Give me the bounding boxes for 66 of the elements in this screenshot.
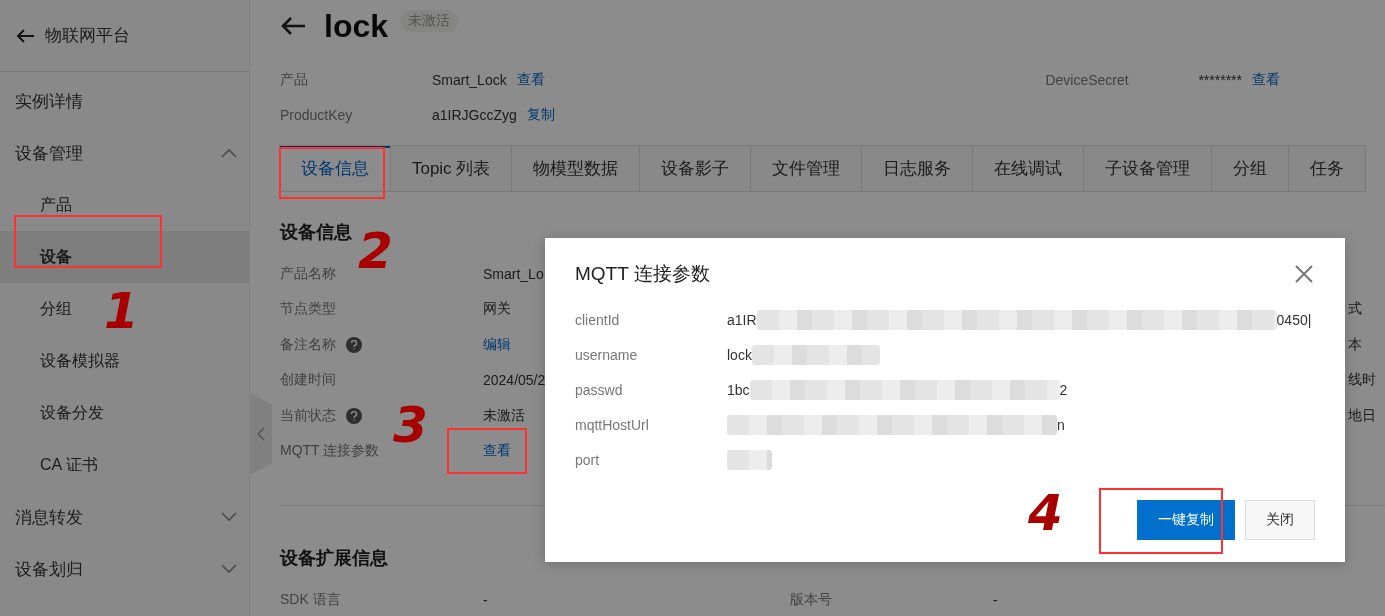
close-icon[interactable]	[1295, 265, 1313, 283]
field-value: 2024/05/2	[483, 372, 546, 389]
field-label: clientId	[575, 311, 620, 328]
field-label: mqttHostUrl	[575, 416, 649, 433]
field-label: 产品	[280, 70, 308, 89]
field-label: 式	[1348, 300, 1362, 319]
sidebar-item[interactable]: 实例详情	[15, 89, 83, 113]
section-title: 设备扩展信息	[280, 547, 388, 570]
field-label: DeviceSecret	[1045, 71, 1129, 88]
field-label: ProductKey	[280, 106, 353, 123]
field-label: 产品名称	[280, 264, 336, 283]
sidebar-item[interactable]: 产品	[40, 194, 72, 216]
field-label: 线时	[1348, 371, 1376, 390]
copy-button[interactable]: 一键复制	[1137, 500, 1235, 540]
field-value: a1IRJGccZyg	[432, 106, 517, 123]
field-label: port	[575, 451, 600, 468]
field-label: 本	[1348, 335, 1362, 354]
section-title: 设备信息	[280, 221, 352, 244]
sidebar-item[interactable]: CA 证书	[40, 454, 98, 476]
field-value: lock	[727, 346, 752, 363]
sidebar-item[interactable]: 设备分发	[40, 402, 104, 424]
field-label: 备注名称	[280, 335, 336, 354]
sidebar-item[interactable]: 消息转发	[15, 505, 83, 529]
link[interactable]: 查看	[1252, 70, 1280, 89]
redaction-mosaic	[727, 449, 772, 470]
field-value: 未激活	[483, 406, 525, 425]
sidebar-item[interactable]: 设备划归	[15, 557, 83, 581]
tab[interactable]: 任务	[1288, 145, 1366, 191]
field-value: n	[1057, 416, 1065, 433]
field-value: 网关	[483, 300, 511, 319]
sidebar-title: 物联网平台	[45, 25, 130, 47]
link[interactable]: 编辑	[483, 335, 511, 354]
sidebar-item[interactable]: 设备	[40, 246, 72, 268]
link[interactable]: 查看	[516, 70, 545, 89]
field-label: 当前状态	[280, 406, 336, 425]
field-value: ********	[1198, 71, 1242, 88]
sidebar-item[interactable]: 设备模拟器	[40, 350, 120, 372]
sidebar-item[interactable]: 设备管理	[15, 141, 83, 165]
handwritten-number: 4	[1028, 488, 1063, 538]
field-value: Smart_Lo	[483, 265, 544, 282]
back-arrow-icon[interactable]	[280, 16, 306, 36]
field-value: 2	[1059, 381, 1068, 398]
handwritten-number: 1	[104, 286, 139, 336]
back-arrow-icon[interactable]	[15, 27, 35, 44]
field-label: 创建时间	[280, 371, 336, 390]
handwritten-number: 3	[393, 400, 428, 450]
link[interactable]: 查看	[483, 442, 511, 461]
field-label: passwd	[575, 381, 623, 398]
field-value: 0450|	[1276, 311, 1312, 328]
field-value: 1bc	[727, 381, 750, 398]
device-title: lock	[324, 7, 389, 45]
dialog-title: MQTT 连接参数	[575, 262, 710, 286]
field-label: MQTT 连接参数	[280, 442, 380, 461]
sidebar-item[interactable]: 分组	[40, 298, 72, 320]
close-button[interactable]: 关闭	[1245, 500, 1315, 540]
field-value: a1IR	[727, 311, 757, 328]
field-value: -	[483, 591, 488, 608]
field-label: 地日	[1348, 406, 1376, 425]
field-label: username	[575, 346, 638, 363]
field-label: 节点类型	[280, 300, 336, 319]
field-value: -	[993, 591, 998, 608]
field-value: Smart_Lock	[432, 71, 507, 88]
handwritten-number: 2	[358, 226, 393, 276]
field-label: 版本号	[790, 590, 832, 609]
link[interactable]: 复制	[526, 105, 555, 124]
field-label: SDK 语言	[280, 590, 341, 609]
